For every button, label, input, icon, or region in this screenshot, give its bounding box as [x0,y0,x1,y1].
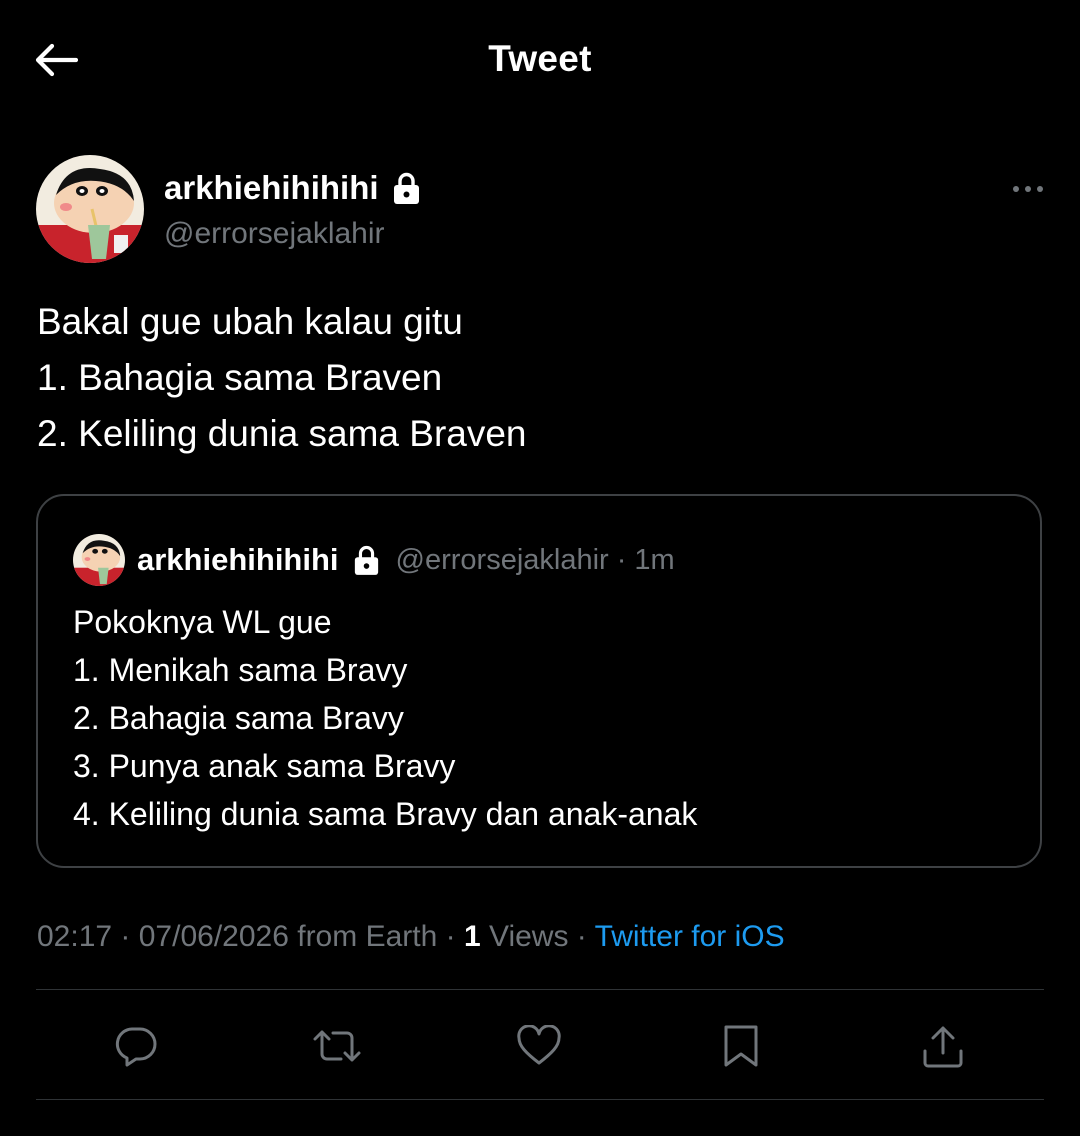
separator-dot: · [616,543,627,576]
separator-dot: · [437,920,464,953]
avatar[interactable] [36,155,144,263]
views-count: 1 [463,920,481,953]
divider [36,1099,1044,1100]
like-button[interactable] [509,1012,569,1080]
quoted-avatar [73,534,125,586]
tweet-text-line: 1. Bahagia sama Braven [37,357,443,398]
quoted-tweet-time: 1m [634,543,675,576]
tweet-time: 02:17 [37,920,113,953]
more-horizontal-icon [1013,186,1043,192]
quoted-author-name: arkhiehihihihi [137,542,339,577]
quoted-text-line: 4. Keliling dunia sama Bravy dan anak-an… [73,796,698,832]
quoted-text-line: Pokoknya WL gue [73,604,332,640]
avatar-image [36,155,144,263]
separator-dot: · [568,920,595,953]
tweet-text: Bakal gue ubah kalau gitu 1. Bahagia sam… [37,294,1037,462]
author-handle[interactable]: @errorsejaklahir [164,217,385,251]
author-name-line: arkhiehihihihi [164,169,421,207]
tweet-author: arkhiehihihihi @errorsejaklahir [36,155,1046,265]
tweet-text-line: 2. Keliling dunia sama Braven [37,413,527,454]
top-bar: Tweet [0,0,1080,120]
divider [36,989,1044,990]
lock-icon [354,545,378,575]
retweet-button[interactable] [307,1012,367,1080]
tweet-text-line: Bakal gue ubah kalau gitu [37,301,463,342]
views-label: Views [480,920,569,953]
bookmark-button[interactable] [711,1012,771,1080]
avatar-image [73,534,125,586]
lock-icon [393,172,419,204]
quoted-author-handle: @errorsejaklahir [395,543,609,576]
bookmark-icon [724,1025,758,1067]
quoted-text-line: 2. Bahagia sama Bravy [73,700,404,736]
quoted-tweet-text: Pokoknya WL gue 1. Menikah sama Bravy 2.… [73,598,697,838]
reply-button[interactable] [106,1012,166,1080]
share-button[interactable] [913,1012,973,1080]
reply-icon [115,1027,157,1067]
share-icon [923,1026,963,1068]
quoted-tweet-card[interactable]: arkhiehihihihi @errorsejaklahir · 1m Pok… [36,494,1042,868]
more-options-button[interactable] [1010,177,1046,201]
quoted-text-line: 3. Punya anak sama Bravy [73,748,456,784]
tweet-meta: 02:17 · 07/06/2026 from Earth · 1 Views … [37,920,785,954]
author-name[interactable]: arkhiehihihihi [164,169,379,207]
like-icon [517,1025,561,1065]
tweet-date-location: 07/06/2026 from Earth [138,920,438,953]
separator-dot: · [112,920,139,953]
retweet-icon [313,1030,361,1062]
source-link[interactable]: Twitter for iOS [595,920,785,953]
page-title: Tweet [488,38,592,79]
quoted-text-line: 1. Menikah sama Bravy [73,652,408,688]
quoted-tweet-header: arkhiehihihihi @errorsejaklahir · 1m [73,534,675,586]
action-bar [0,1012,1080,1082]
